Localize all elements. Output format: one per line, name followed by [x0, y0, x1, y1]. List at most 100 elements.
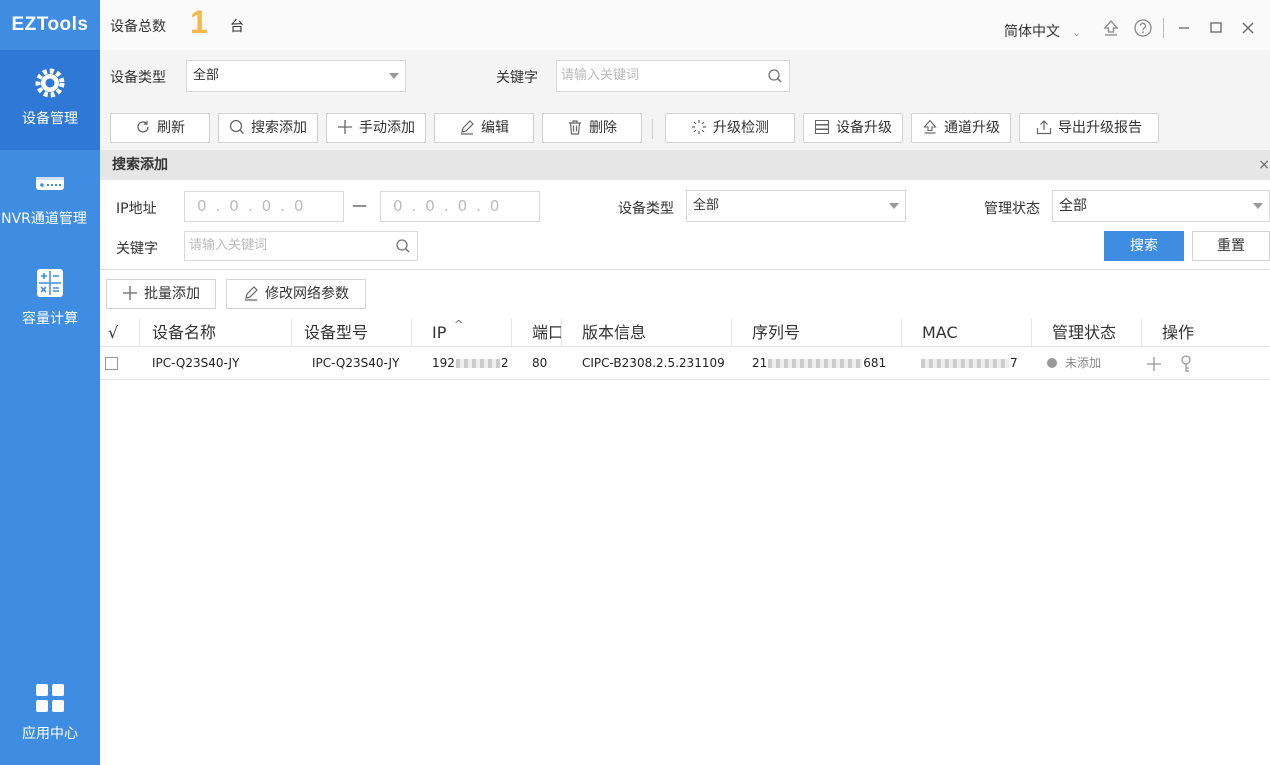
- sidebar-item-label: 设备管理: [22, 111, 78, 127]
- column-serial[interactable]: 序列号: [732, 319, 902, 347]
- cell-serial: 21 681: [752, 347, 886, 380]
- pencil-icon: [461, 120, 474, 135]
- ip-prefix: 192: [432, 356, 455, 370]
- search-icon[interactable]: [767, 68, 783, 84]
- device-count-label: 设备总数: [110, 19, 166, 35]
- edit-button[interactable]: 编辑: [434, 113, 534, 143]
- nvr-device-icon: [36, 177, 64, 190]
- search-add-label: 搜索添加: [251, 120, 307, 136]
- sidebar-item-nvr-channel[interactable]: NVR通道管理: [0, 150, 100, 250]
- column-actions: 操作: [1162, 323, 1195, 342]
- sidebar-item-capacity-calc[interactable]: 容量计算: [0, 250, 100, 350]
- redacted-ip: [455, 359, 500, 368]
- edit-label: 编辑: [481, 120, 509, 136]
- plus-icon: [338, 120, 352, 134]
- divider: [1163, 18, 1164, 38]
- device-type-value: 全部: [193, 68, 220, 83]
- panel-keyword-input[interactable]: 请输入关键词: [184, 231, 418, 261]
- chevron-down-icon: [1253, 203, 1263, 209]
- select-all-column[interactable]: √: [100, 319, 140, 347]
- column-device-model[interactable]: 设备型号: [292, 319, 412, 347]
- export-icon: [1036, 120, 1052, 135]
- result-toolbar: 批量添加 修改网络参数: [100, 271, 1270, 319]
- close-icon[interactable]: ×: [1258, 150, 1270, 180]
- chevron-down-icon: ⌄: [1072, 28, 1081, 39]
- channel-upgrade-button[interactable]: 通道升级: [911, 113, 1011, 143]
- upgrade-check-button[interactable]: 升级检测: [665, 113, 795, 143]
- column-device-name[interactable]: 设备名称: [140, 319, 292, 347]
- add-icon[interactable]: [1146, 356, 1162, 372]
- search-icon[interactable]: [395, 238, 411, 254]
- sidebar-item-device-management[interactable]: 设备管理: [0, 50, 100, 150]
- panel-keyword-placeholder: 请输入关键词: [189, 238, 268, 253]
- ip-end-input[interactable]: 0.0.0.0: [380, 191, 540, 222]
- upgrade-check-label: 升级检测: [713, 120, 769, 136]
- device-count-unit: 台: [230, 19, 244, 35]
- language-label: 简体中文: [1004, 24, 1060, 40]
- sidebar-item-app-center[interactable]: 应用中心: [0, 665, 100, 765]
- language-select[interactable]: 简体中文 ⌄: [1004, 21, 1081, 41]
- batch-add-button[interactable]: 批量添加: [106, 279, 216, 309]
- export-report-button[interactable]: 导出升级报告: [1019, 113, 1159, 143]
- plus-icon: [123, 286, 137, 300]
- upload-icon[interactable]: [1101, 18, 1121, 38]
- manage-state-label: 管理状态: [984, 201, 1040, 217]
- column-ip-label: IP: [432, 323, 447, 342]
- keyword-placeholder: 请输入关键词: [561, 68, 640, 83]
- device-upgrade-button[interactable]: 设备升级: [803, 113, 903, 143]
- device-type-label: 设备类型: [110, 70, 166, 86]
- app-logo: EZTools: [11, 14, 89, 35]
- app-grid-icon: [36, 684, 64, 712]
- channel-upgrade-label: 通道升级: [944, 120, 1000, 136]
- search-icon: [229, 119, 244, 134]
- key-icon[interactable]: [1179, 355, 1193, 373]
- manual-add-button[interactable]: 手动添加: [326, 113, 426, 143]
- pencil-icon: [245, 286, 258, 301]
- panel-device-type-select[interactable]: 全部: [686, 190, 906, 222]
- serial-prefix: 21: [752, 356, 768, 370]
- column-port[interactable]: 端口: [512, 319, 562, 347]
- export-report-label: 导出升级报告: [1058, 120, 1142, 136]
- table-header: √ 设备名称 设备型号 IP ^ 端口 版本信息 序列号 MAC 管理状态 操作: [100, 319, 1270, 347]
- column-manage-state[interactable]: 管理状态: [1032, 319, 1142, 347]
- help-icon[interactable]: [1133, 18, 1153, 38]
- column-version[interactable]: 版本信息: [562, 319, 732, 347]
- modify-network-button[interactable]: 修改网络参数: [226, 279, 366, 309]
- device-upgrade-label: 设备升级: [836, 120, 892, 136]
- chevron-down-icon: [889, 203, 899, 209]
- sidebar-item-label: 容量计算: [22, 311, 78, 327]
- ip-suffix: 2: [500, 356, 509, 370]
- toolbar-divider: [652, 119, 653, 139]
- maximize-icon[interactable]: [1206, 18, 1226, 38]
- chevron-down-icon: [389, 73, 399, 79]
- loading-spinner-icon: [692, 120, 706, 134]
- device-type-select[interactable]: 全部: [186, 60, 406, 92]
- batch-add-label: 批量添加: [144, 286, 200, 302]
- search-add-button[interactable]: 搜索添加: [218, 113, 318, 143]
- redacted-mac: [921, 359, 1009, 368]
- column-mac[interactable]: MAC: [902, 319, 1032, 347]
- sidebar-item-label: NVR通道管理: [1, 211, 87, 227]
- minimize-icon[interactable]: [1174, 18, 1194, 38]
- keyword-input[interactable]: 请输入关键词: [556, 60, 790, 92]
- close-icon[interactable]: [1238, 18, 1258, 38]
- modify-network-label: 修改网络参数: [265, 286, 349, 302]
- sidebar: EZTools 设备管理 NVR通道管理 容量计算 应用中心: [0, 0, 100, 765]
- table-row[interactable]: IPC-Q23S40-JY IPC-Q23S40-JY 192 2 80 CIPC…: [100, 347, 1270, 380]
- cell-port: 80: [532, 356, 548, 370]
- delete-label: 删除: [589, 120, 617, 136]
- sidebar-item-label: 应用中心: [22, 726, 78, 742]
- keyword-label: 关键字: [496, 70, 538, 86]
- upload-icon: [923, 119, 937, 134]
- search-button[interactable]: 搜索: [1104, 231, 1184, 261]
- cell-version: CIPC-B2308.2.5.231109: [582, 356, 725, 370]
- trash-icon: [569, 120, 581, 135]
- refresh-button[interactable]: 刷新: [110, 113, 210, 143]
- manage-state-text: 未添加: [1065, 356, 1102, 370]
- ip-start-input[interactable]: 0.0.0.0: [184, 191, 344, 222]
- manage-state-select[interactable]: 全部: [1052, 190, 1270, 222]
- column-ip[interactable]: IP ^: [412, 319, 512, 347]
- delete-button[interactable]: 删除: [542, 113, 642, 143]
- row-checkbox[interactable]: [105, 357, 118, 370]
- reset-button[interactable]: 重置: [1192, 231, 1270, 261]
